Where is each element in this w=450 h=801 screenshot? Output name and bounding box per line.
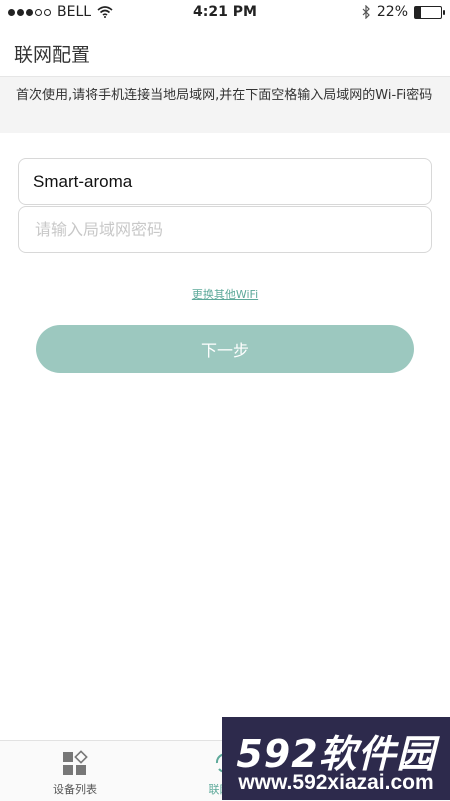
status-right: 22% xyxy=(361,4,445,20)
watermark-title: 592软件园 xyxy=(236,732,436,776)
bluetooth-icon xyxy=(362,5,370,19)
status-bar: BELL 4:21 PM 22% xyxy=(0,0,450,26)
watermark: 592软件园 www.592xiazai.com xyxy=(222,717,450,800)
battery-icon xyxy=(414,5,445,19)
ssid-value: Smart-aroma xyxy=(33,171,133,191)
password-field[interactable] xyxy=(33,219,417,240)
page-title: 联网配置 xyxy=(14,44,91,66)
header: 联网配置 xyxy=(0,26,450,77)
battery-level xyxy=(415,6,421,18)
password-field-container xyxy=(18,206,432,253)
device-grid-icon xyxy=(63,750,88,775)
tab-device-list[interactable]: 设备列表 xyxy=(0,741,150,801)
ssid-field[interactable]: Smart-aroma xyxy=(18,158,432,205)
next-button[interactable]: 下一步 xyxy=(36,325,414,373)
watermark-url: www.592xiazai.com xyxy=(238,771,434,794)
battery-percent: 22% xyxy=(376,4,408,20)
tab-label: 设备列表 xyxy=(53,783,97,796)
change-wifi-link[interactable]: 更换其他WiFi xyxy=(0,286,450,302)
instruction-text: 首次使用,请将手机连接当地局域网,并在下面空格输入局域网的Wi-Fi密码 xyxy=(0,77,450,133)
